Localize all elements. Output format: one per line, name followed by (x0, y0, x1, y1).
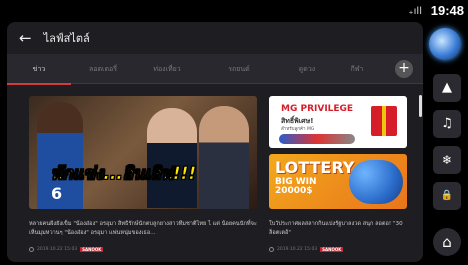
home-icon[interactable]: ⌂ (433, 228, 461, 256)
tab-travel[interactable]: ท่องเที่ยว (135, 54, 199, 84)
lottery-amount: 20000$ (275, 186, 313, 196)
featured-article-caption[interactable]: หลายคนฝังยังเข็ม "น้องอ๋อง" อรอุมา สิทธิ… (29, 220, 257, 238)
tab-news[interactable]: ข่าว (7, 54, 71, 85)
lottery-subtitle: BIG WIN 20000$ (275, 178, 317, 196)
mg-privilege-banner[interactable]: MG PRIVILEGE สิทธิ์พิเศษ! สำหรับลูกค้า M… (269, 96, 407, 148)
tab-horoscope[interactable]: ดูดวง (275, 54, 339, 84)
source-badge: SANOOK (320, 247, 344, 252)
app-frame: ← ไลฟ์สไตล์ ข่าว ลอตเตอรี่ ท่องเที่ยว รถ… (7, 22, 423, 262)
category-tabs: ข่าว ลอตเตอรี่ ท่องเที่ยว รถยนต์ ดูดวง ก… (7, 54, 423, 85)
page-title: ไลฟ์สไตล์ (43, 32, 90, 45)
photo-person-middle (147, 108, 197, 208)
mg-promo-small: สำหรับลูกค้า MG (281, 127, 315, 132)
jersey-number: 6 (51, 184, 63, 203)
status-bar: ₊ıll 19:48 (0, 0, 468, 22)
lottery-article-caption[interactable]: ใบวัประกาศผลสลากกินแบ่งรัฐบาลงวด สนุก ลอ… (269, 220, 411, 238)
signal-icon: ₊ıll (408, 6, 422, 17)
lottery-balls-graphic (349, 160, 403, 204)
music-note-icon[interactable]: ♫ (433, 110, 461, 138)
photo-person-right (199, 106, 249, 209)
clock-icon (29, 247, 34, 252)
news-feed: พักแข่ง...อินเลิฟ!!! 6 หลายคนฝังยังเข็ม … (7, 84, 423, 262)
clock-icon (269, 247, 274, 252)
article-date: 2019.10.22 15:03 (277, 247, 318, 252)
status-clock: 19:48 (430, 3, 464, 18)
assistant-orb-icon[interactable] (429, 28, 461, 60)
tab-lottery[interactable]: ลอตเตอรี่ (71, 54, 135, 84)
navigation-arrow-icon[interactable]: ▲ (433, 74, 461, 102)
climate-fan-icon[interactable]: ❄ (433, 146, 461, 174)
gift-box-icon (371, 106, 397, 136)
cars-graphic (279, 134, 355, 144)
featured-article-image[interactable]: พักแข่ง...อินเลิฟ!!! 6 (29, 96, 257, 209)
right-control-panel: ▲ ♫ ❄ 🔒 ⌂ (426, 22, 466, 262)
source-badge: SANOOK (80, 247, 104, 252)
tab-cars[interactable]: รถยนต์ (207, 54, 271, 84)
lottery-article-meta: 2019.10.22 15:03 SANOOK (269, 247, 344, 252)
featured-article-meta: 2019.10.22 15:03 SANOOK (29, 247, 104, 252)
article-headline-overlay: พักแข่ง...อินเลิฟ!!! (51, 164, 197, 185)
add-tab-button[interactable]: + (395, 60, 413, 78)
scrollbar[interactable] (419, 95, 422, 117)
tab-label: ข่าว (32, 65, 46, 73)
tab-sports[interactable]: กีฬา (337, 54, 377, 84)
mg-brand-text: MG PRIVILEGE (281, 104, 354, 114)
article-date: 2019.10.22 15:03 (37, 247, 78, 252)
lock-icon[interactable]: 🔒 (433, 182, 461, 210)
header: ← ไลฟ์สไตล์ (7, 22, 423, 54)
lottery-article-image[interactable]: LOTTERY BIG WIN 20000$ (269, 154, 407, 209)
back-arrow-icon[interactable]: ← (19, 29, 32, 47)
lottery-title: LOTTERY (275, 158, 355, 177)
